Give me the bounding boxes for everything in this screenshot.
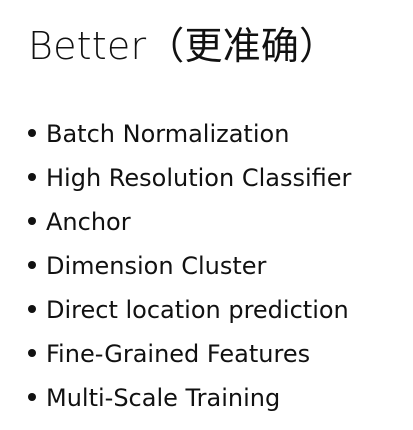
bullet-item: Batch Normalization bbox=[28, 112, 351, 156]
bullet-icon bbox=[28, 173, 36, 181]
bullet-icon bbox=[28, 349, 36, 357]
bullet-icon bbox=[28, 129, 36, 137]
bullet-text: Fine-Grained Features bbox=[46, 340, 311, 368]
bullet-item: Anchor bbox=[28, 200, 351, 244]
bullet-list: Batch Normalization High Resolution Clas… bbox=[28, 112, 351, 420]
slide: Better（更准确） Batch Normalization High Res… bbox=[0, 0, 413, 430]
bullet-item: Direct location prediction bbox=[28, 288, 351, 332]
bullet-text: Anchor bbox=[46, 208, 131, 236]
bullet-icon bbox=[28, 261, 36, 269]
bullet-item: Dimension Cluster bbox=[28, 244, 351, 288]
bullet-item: Fine-Grained Features bbox=[28, 332, 351, 376]
slide-title: Better（更准确） bbox=[28, 24, 338, 68]
bullet-text: High Resolution Classifier bbox=[46, 164, 352, 192]
bullet-item: Multi-Scale Training bbox=[28, 376, 351, 420]
bullet-text: Dimension Cluster bbox=[46, 252, 267, 280]
bullet-text: Multi-Scale Training bbox=[46, 384, 281, 412]
bullet-icon bbox=[28, 305, 36, 313]
bullet-icon bbox=[28, 217, 36, 225]
bullet-text: Direct location prediction bbox=[46, 296, 349, 324]
bullet-item: High Resolution Classifier bbox=[28, 156, 351, 200]
bullet-icon bbox=[28, 393, 36, 401]
bullet-text: Batch Normalization bbox=[46, 120, 290, 148]
